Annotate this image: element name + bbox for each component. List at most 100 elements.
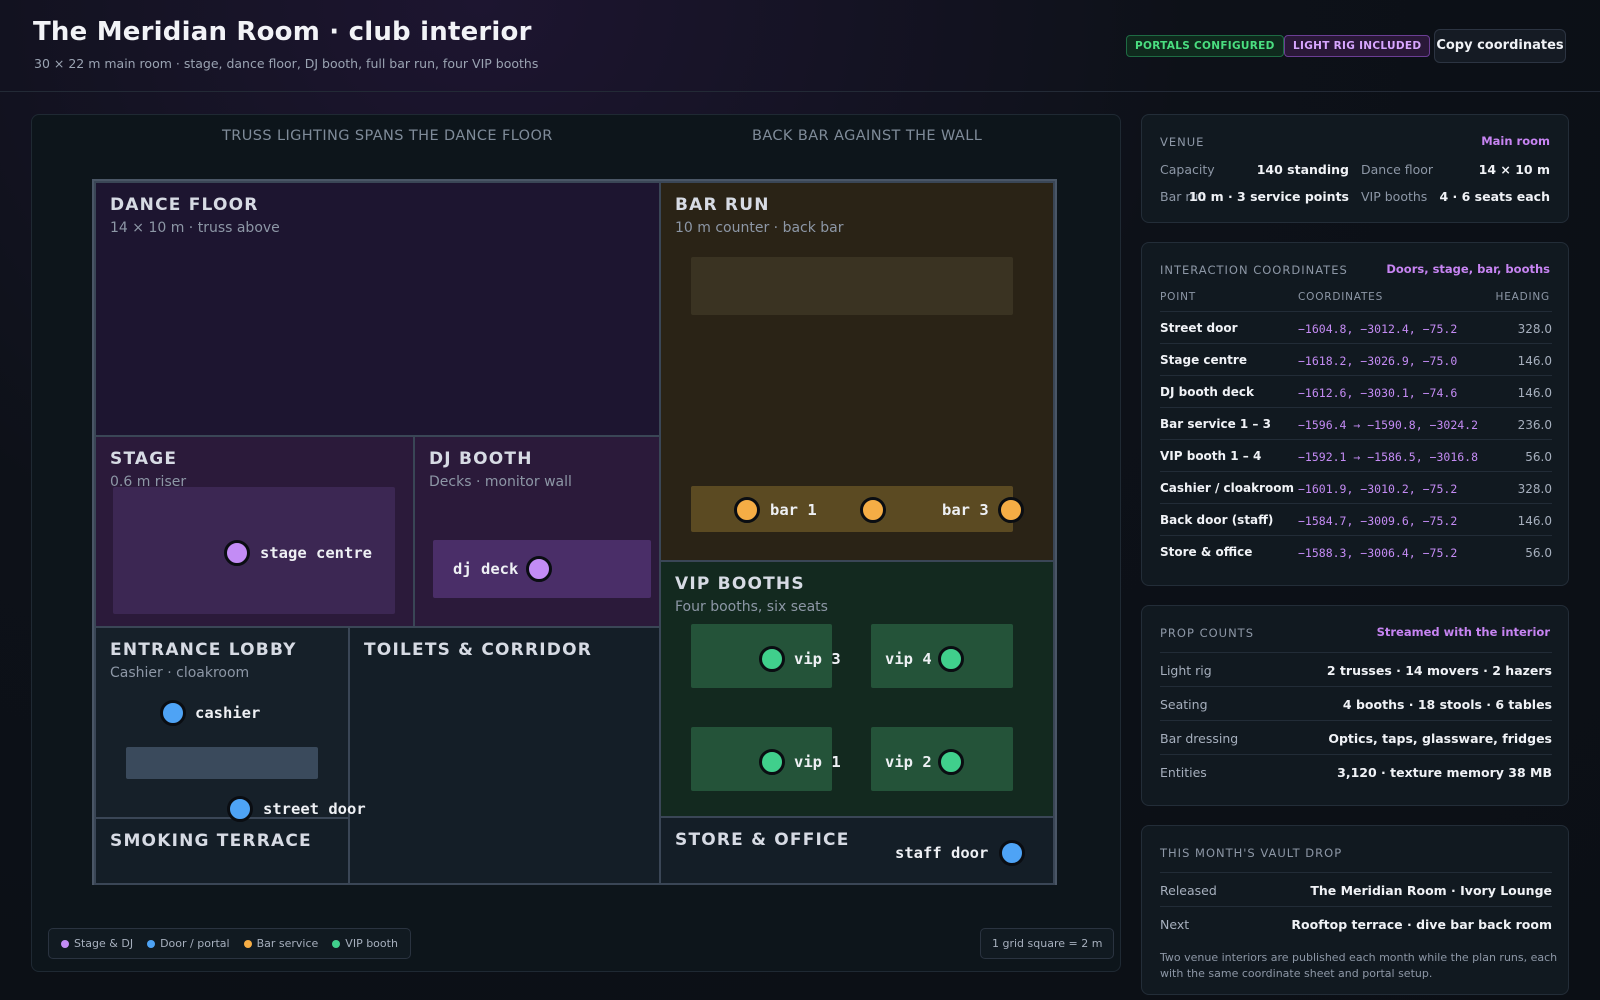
room-smoking-terrace[interactable]: SMOKING TERRACE	[94, 817, 350, 885]
street-door-marker[interactable]	[227, 796, 253, 822]
room-dance-floor[interactable]: DANCE FLOOR 14 × 10 m · truss above	[94, 181, 661, 437]
room-dj-booth[interactable]: DJ BOOTH Decks · monitor wall	[413, 435, 661, 628]
cashier-marker[interactable]	[160, 700, 186, 726]
table-row[interactable]: DJ booth deck −1612.6, −3030.1, −74.6 14…	[1160, 375, 1552, 407]
prop-label: Seating	[1160, 697, 1208, 712]
room-store-office[interactable]: STORE & OFFICE	[659, 816, 1055, 885]
capacity-label: Capacity	[1160, 162, 1215, 177]
list-item: Released The Meridian Room · Ivory Loung…	[1160, 872, 1552, 906]
prop-value: 4 booths · 18 stools · 6 tables	[1342, 697, 1552, 712]
page-subtitle: 30 × 22 m main room · stage, dance floor…	[34, 56, 539, 71]
vault-note: Two venue interiors are published each m…	[1160, 951, 1558, 980]
dj-deck-label: dj deck	[453, 560, 519, 578]
point-heading: 146.0	[1517, 514, 1552, 528]
point-heading: 328.0	[1517, 482, 1552, 496]
legend-bar-service: Bar service	[243, 937, 319, 950]
prop-value: 2 trusses · 14 movers · 2 hazers	[1326, 663, 1552, 678]
room-entrance-lobby[interactable]: ENTRANCE LOBBY Cashier · cloakroom	[94, 626, 350, 819]
legend-dot-icon	[61, 939, 69, 948]
point-heading: 56.0	[1525, 546, 1552, 560]
portals-configured-badge: PORTALS CONFIGURED	[1126, 35, 1284, 57]
copy-coordinates-button[interactable]: Copy coordinates	[1434, 29, 1566, 63]
back-bar	[691, 257, 1013, 315]
room-name: STORE & OFFICE	[675, 830, 850, 850]
cloakroom-counter	[126, 747, 318, 779]
bar-3-marker[interactable]	[998, 497, 1024, 523]
page-title: The Meridian Room · club interior	[33, 17, 532, 47]
interaction-coordinates-card: INTERACTION COORDINATES Doors, stage, ba…	[1141, 242, 1569, 586]
column-header-heading: HEADING	[1495, 291, 1550, 303]
table-row[interactable]: Street door −1604.8, −3012.4, −75.2 328.…	[1160, 311, 1552, 343]
prop-value: Optics, taps, glassware, fridges	[1328, 731, 1552, 746]
list-item: Next Rooftop terrace · dive bar back roo…	[1160, 906, 1552, 940]
released-value: The Meridian Room · Ivory Lounge	[1310, 883, 1552, 898]
point-name: Stage centre	[1160, 353, 1247, 367]
stage-centre-label: stage centre	[260, 544, 372, 562]
staff-door-marker[interactable]	[999, 840, 1025, 866]
room-name: ENTRANCE LOBBY	[110, 640, 297, 660]
room-bar-run[interactable]: BAR RUN 10 m counter · back bar	[659, 181, 1055, 562]
bar-1-marker[interactable]	[734, 497, 760, 523]
prop-counts-card: PROP COUNTS Streamed with the interior L…	[1141, 605, 1569, 806]
light-rig-badge: LIGHT RIG INCLUDED	[1284, 35, 1431, 57]
vip-4-label: vip 4	[885, 650, 932, 668]
card-title: THIS MONTH'S VAULT DROP	[1160, 846, 1343, 860]
room-subtitle: 14 × 10 m · truss above	[110, 220, 280, 236]
prop-value: 3,120 · texture memory 38 MB	[1337, 765, 1552, 780]
table-row[interactable]: Stage centre −1618.2, −3026.9, −75.0 146…	[1160, 343, 1552, 375]
stage-centre-marker[interactable]	[224, 540, 250, 566]
dance-floor-value: 14 × 10 m	[1478, 162, 1550, 177]
list-item: Light rig 2 trusses · 14 movers · 2 haze…	[1160, 652, 1552, 686]
bar-2-marker[interactable]	[860, 497, 886, 523]
table-row[interactable]: Back door (staff) −1584.7, −3009.6, −75.…	[1160, 503, 1552, 535]
point-heading: 328.0	[1517, 322, 1552, 336]
point-heading: 146.0	[1517, 354, 1552, 368]
vip-booths-value: 4 · 6 seats each	[1439, 189, 1550, 204]
next-label: Next	[1160, 917, 1190, 932]
point-name: DJ booth deck	[1160, 385, 1254, 399]
room-subtitle: 10 m counter · back bar	[675, 220, 844, 236]
legend-vip-booth: VIP booth	[332, 937, 398, 950]
dj-deck-marker[interactable]	[526, 556, 552, 582]
card-tag: Streamed with the interior	[1376, 625, 1550, 639]
room-vip-booths[interactable]: VIP BOOTHS Four booths, six seats	[659, 560, 1055, 818]
point-heading: 236.0	[1517, 418, 1552, 432]
table-row[interactable]: Bar service 1 – 3 −1596.4 → −1590.8, −30…	[1160, 407, 1552, 439]
legend-label: VIP booth	[345, 937, 398, 950]
vip-3-marker[interactable]	[759, 646, 785, 672]
card-title: INTERACTION COORDINATES	[1160, 263, 1348, 277]
point-heading: 146.0	[1517, 386, 1552, 400]
page-header: The Meridian Room · club interior 30 × 2…	[0, 0, 1600, 92]
point-coordinates: −1596.4 → −1590.8, −3024.2	[1298, 418, 1479, 432]
point-name: Store & office	[1160, 545, 1253, 559]
vip-2-marker[interactable]	[938, 749, 964, 775]
legend-label: Bar service	[256, 937, 319, 950]
table-row[interactable]: Cashier / cloakroom −1601.9, −3010.2, −7…	[1160, 471, 1552, 503]
cashier-label: cashier	[195, 704, 261, 722]
room-subtitle: Cashier · cloakroom	[110, 665, 250, 681]
street-door-label: street door	[263, 800, 366, 818]
legend-door-portal: Door / portal	[147, 937, 230, 950]
table-row[interactable]: VIP booth 1 – 4 −1592.1 → −1586.5, −3016…	[1160, 439, 1552, 471]
room-name: TOILETS & CORRIDOR	[364, 640, 593, 660]
table-row[interactable]: Store & office −1588.3, −3006.4, −75.2 5…	[1160, 535, 1552, 567]
point-coordinates: −1584.7, −3009.6, −75.2	[1298, 514, 1458, 528]
point-name: Street door	[1160, 321, 1238, 335]
card-tag: Main room	[1481, 134, 1550, 148]
point-name: VIP booth 1 – 4	[1160, 449, 1262, 463]
room-name: DJ BOOTH	[429, 449, 533, 469]
room-stage[interactable]: STAGE 0.6 m riser	[94, 435, 415, 628]
room-toilets-corridor[interactable]: TOILETS & CORRIDOR	[348, 626, 661, 885]
map-legend: Stage & DJ Door / portal Bar service VIP…	[48, 928, 411, 959]
legend-label: Door / portal	[160, 937, 230, 950]
room-name: VIP BOOTHS	[675, 574, 805, 594]
grid-scale-note: 1 grid square = 2 m	[980, 928, 1115, 959]
vip-4-marker[interactable]	[938, 646, 964, 672]
point-coordinates: −1612.6, −3030.1, −74.6	[1298, 386, 1458, 400]
vip-1-marker[interactable]	[759, 749, 785, 775]
bar-1-label: bar 1	[770, 501, 817, 519]
list-item: Bar dressing Optics, taps, glassware, fr…	[1160, 720, 1552, 754]
room-name: BAR RUN	[675, 195, 770, 215]
legend-dot-icon	[332, 939, 341, 948]
point-coordinates: −1601.9, −3010.2, −75.2	[1298, 482, 1458, 496]
